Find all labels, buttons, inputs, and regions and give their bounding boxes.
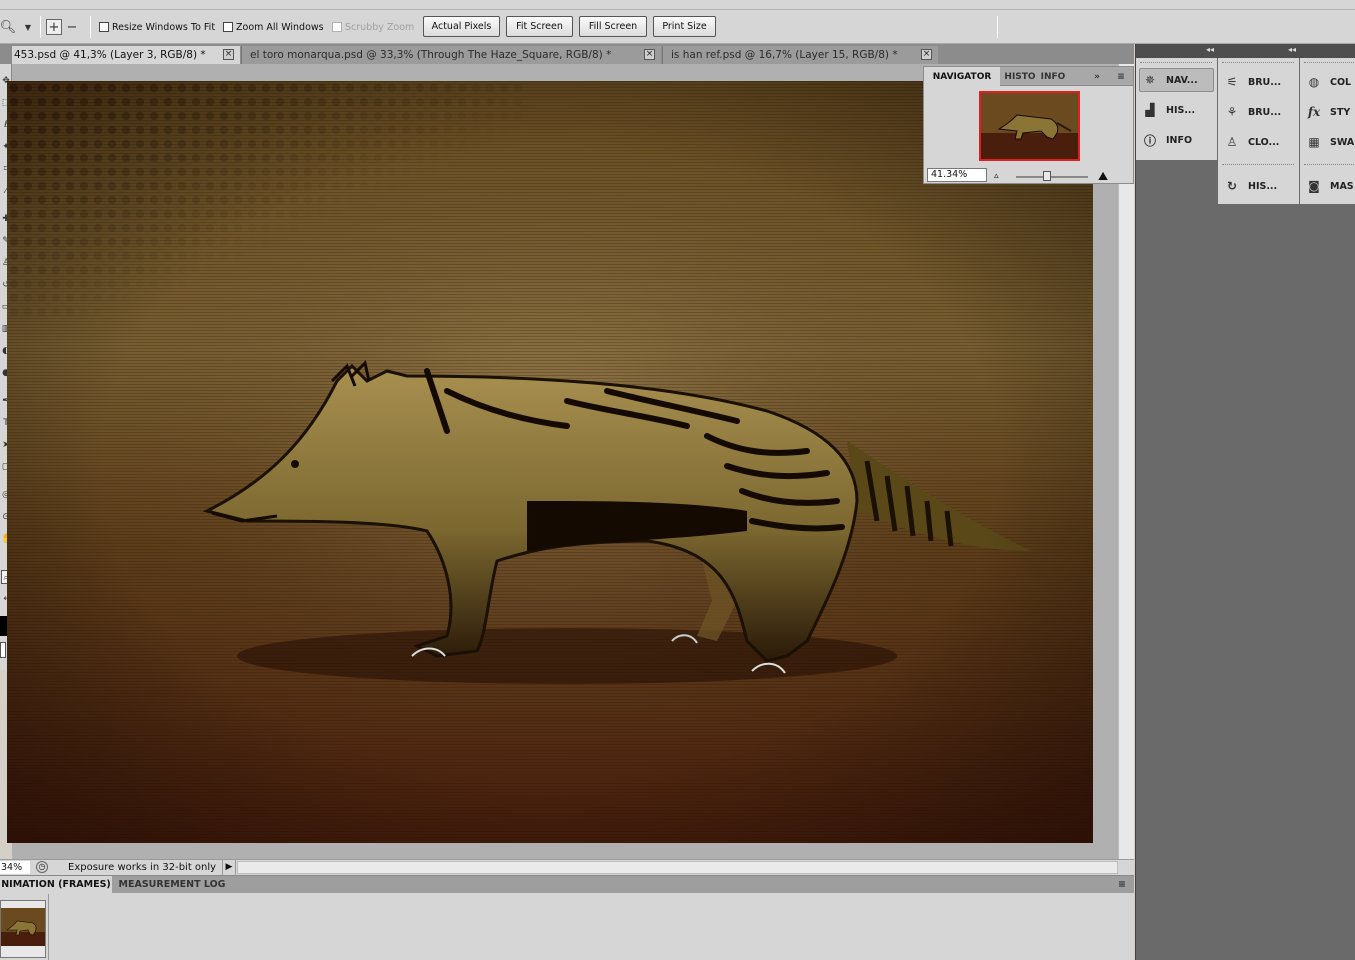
brush-presets-icon: ⚘ <box>1226 105 1238 119</box>
dock-navigator-label: NAV... <box>1166 74 1198 86</box>
tool-preset-dropdown-icon[interactable]: ▼ <box>20 19 36 35</box>
background-color-swatch[interactable] <box>0 642 6 658</box>
navigator-tab-bar: NAVIGATOR HISTO INFO » ≡ <box>924 67 1133 86</box>
document-tab-label: is han ref.psd @ 16,7% (Layer 15, RGB/8)… <box>671 49 898 61</box>
resize-windows-label: Resize Windows To Fit <box>112 21 216 33</box>
navigator-zoom-field[interactable]: 41.34% <box>927 168 987 182</box>
tab-measurement-log[interactable]: MEASUREMENT LOG <box>116 876 228 893</box>
dock-swatches[interactable]: ▦ SWA <box>1304 130 1355 154</box>
collapse-dock-icon[interactable]: ◂◂ <box>1206 45 1214 54</box>
document-tab-label: 453.psd @ 41,3% (Layer 3, RGB/8) * <box>14 49 206 61</box>
dock-histogram-label: HIS... <box>1166 104 1196 116</box>
navigator-icon: ✵ <box>1144 73 1156 87</box>
dock-brush-presets-label: BRU... <box>1248 106 1282 118</box>
clone-source-icon: ♙ <box>1226 135 1238 149</box>
document-tab-el-toro[interactable]: el toro monarqua.psd @ 33,3% (Through Th… <box>241 46 661 64</box>
status-message: Exposure works in 32-bit only <box>68 862 217 873</box>
dock-navigator[interactable]: ✵ NAV... <box>1139 68 1214 92</box>
print-size-button[interactable]: Print Size <box>653 16 716 37</box>
animation-frame-thumbnail[interactable] <box>0 900 46 958</box>
dock-info[interactable]: ⓘ INFO <box>1140 128 1215 152</box>
dock-column-2: ⚟ BRU... ⚘ BRU... ♙ CLO... ↻ HIS... <box>1218 58 1299 204</box>
dock-brush-presets[interactable]: ⚘ BRU... <box>1222 100 1297 124</box>
menu-strip <box>0 0 1355 10</box>
dock-brushes-label: BRU... <box>1248 76 1282 88</box>
panel-menu-icon[interactable]: ≡ <box>1112 67 1130 86</box>
options-bar: 🔍︎ ▼ + − Resize Windows To Fit Zoom All … <box>0 0 1355 44</box>
document-tab-bar: 453.psd @ 41,3% (Layer 3, RGB/8) * × el … <box>0 44 1134 64</box>
zoom-out-icon[interactable]: − <box>64 19 80 35</box>
status-zoom-field[interactable]: 34% <box>0 861 30 874</box>
animation-panel: NIMATION (FRAMES) MEASUREMENT LOG ≡ <box>0 875 1134 960</box>
panel-dock: ◂◂ ◂◂ ✵ NAV... ▟ HIS... ⓘ INFO ⚟ BRU... ⚘ BRU… <box>1135 44 1355 960</box>
tab-histogram[interactable]: HISTO <box>1004 67 1036 86</box>
photoshop-window: 🔍︎ ▼ + − Resize Windows To Fit Zoom All … <box>0 0 1355 960</box>
actual-pixels-button[interactable]: Actual Pixels <box>423 16 500 37</box>
zoom-in-icon[interactable]: + <box>46 19 62 35</box>
panel-expand-icon[interactable]: » <box>1090 67 1104 86</box>
dock-styles[interactable]: fx STY <box>1304 100 1355 124</box>
dock-masks-label: MAS <box>1330 180 1354 192</box>
dock-history-label: HIS... <box>1248 180 1278 192</box>
tab-navigator[interactable]: NAVIGATOR <box>924 67 1000 86</box>
dock-masks[interactable]: ◙ MAS <box>1304 174 1355 198</box>
dock-styles-label: STY <box>1330 106 1351 118</box>
collapse-dock-icon[interactable]: ◂◂ <box>1288 45 1296 54</box>
zoom-in-mountain-icon[interactable]: ⛰ <box>1098 169 1108 184</box>
dock-swatches-label: SWA <box>1330 136 1355 148</box>
navigator-panel: NAVIGATOR HISTO INFO » ≡ 41.34% ▵ ⛰ <box>923 66 1134 184</box>
dock-column-3: ◍ COL fx STY ▦ SWA ◙ MAS <box>1300 58 1355 204</box>
status-menu-arrow[interactable]: ▶ <box>222 860 236 875</box>
dock-column-1: ✵ NAV... ▟ HIS... ⓘ INFO <box>1136 58 1217 160</box>
options-row: 🔍︎ ▼ + − Resize Windows To Fit Zoom All … <box>0 14 1355 38</box>
brushes-icon: ⚟ <box>1226 75 1238 89</box>
dock-header: ◂◂ ◂◂ <box>1136 44 1355 58</box>
artwork-image[interactable] <box>7 81 1093 843</box>
tab-info[interactable]: INFO <box>1036 67 1070 86</box>
zoom-all-label: Zoom All Windows <box>236 21 324 33</box>
info-icon: ⓘ <box>1143 133 1156 148</box>
panel-menu-icon[interactable]: ≡ <box>1112 876 1132 893</box>
dock-color-label: COL <box>1330 76 1352 88</box>
document-tab-is-han-ref[interactable]: is han ref.psd @ 16,7% (Layer 15, RGB/8)… <box>662 46 938 64</box>
frame-image <box>1 908 45 946</box>
document-tab-453[interactable]: 453.psd @ 41,3% (Layer 3, RGB/8) * × <box>12 46 240 64</box>
zoom-out-mountain-icon[interactable]: ▵ <box>994 171 999 181</box>
animation-tab-bar: NIMATION (FRAMES) MEASUREMENT LOG ≡ <box>0 876 1134 893</box>
dock-clone-source[interactable]: ♙ CLO... <box>1222 130 1297 154</box>
fit-screen-button[interactable]: Fit Screen <box>506 16 573 37</box>
close-icon[interactable]: × <box>644 49 655 60</box>
document-tab-label: el toro monarqua.psd @ 33,3% (Through Th… <box>250 49 612 61</box>
dock-histogram[interactable]: ▟ HIS... <box>1140 98 1215 122</box>
close-icon[interactable]: × <box>223 49 234 60</box>
navigator-zoom-slider[interactable] <box>1016 176 1088 178</box>
swatches-icon: ▦ <box>1308 135 1320 149</box>
horizontal-scrollbar[interactable] <box>237 861 1118 874</box>
dock-history[interactable]: ↻ HIS... <box>1222 174 1297 198</box>
dock-brushes[interactable]: ⚟ BRU... <box>1222 70 1297 94</box>
navigator-preview[interactable] <box>979 91 1080 161</box>
zoom-tool-icon[interactable]: 🔍︎ <box>0 19 16 35</box>
dock-clone-source-label: CLO... <box>1248 136 1280 148</box>
status-info-icon[interactable]: ◷ <box>36 861 48 873</box>
masks-icon: ◙ <box>1308 179 1320 193</box>
fill-screen-button[interactable]: Fill Screen <box>579 16 647 37</box>
tab-animation-frames[interactable]: NIMATION (FRAMES) <box>0 876 112 893</box>
status-bar: 34% ◷ Exposure works in 32-bit only ▶ <box>0 859 1134 875</box>
color-icon: ◍ <box>1308 75 1320 89</box>
zoom-all-windows-checkbox[interactable]: Zoom All Windows <box>223 21 324 33</box>
close-icon[interactable]: × <box>921 49 932 60</box>
styles-icon: fx <box>1307 105 1321 119</box>
dock-info-label: INFO <box>1166 134 1193 146</box>
resize-windows-checkbox[interactable]: Resize Windows To Fit <box>99 21 215 33</box>
histogram-icon: ▟ <box>1145 103 1155 117</box>
zoom-slider-knob[interactable] <box>1043 171 1051 181</box>
dock-color[interactable]: ◍ COL <box>1304 70 1355 94</box>
scrubby-zoom-label: Scrubby Zoom <box>345 21 415 33</box>
scrubby-zoom-checkbox: Scrubby Zoom <box>332 21 414 33</box>
history-icon: ↻ <box>1226 179 1238 193</box>
